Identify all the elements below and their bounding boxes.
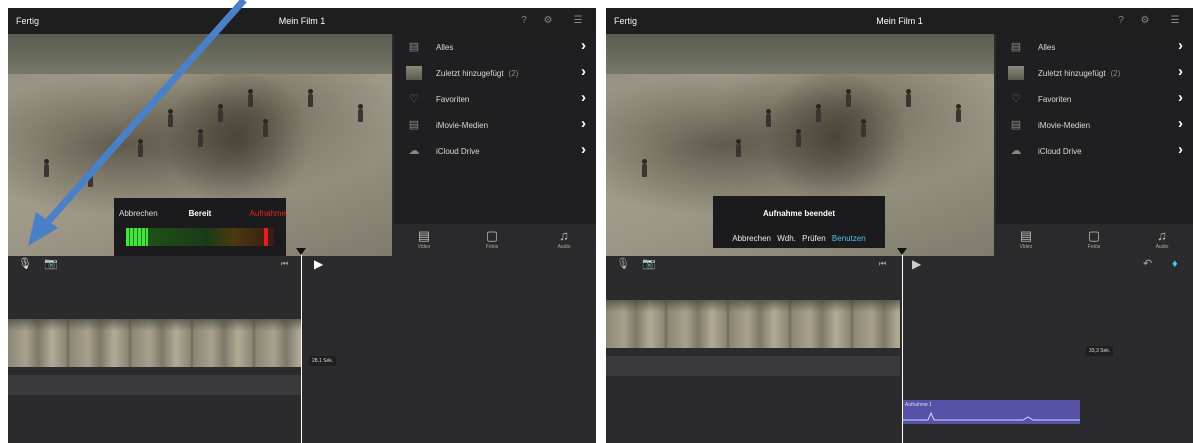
annotation-arrow	[28, 0, 247, 246]
